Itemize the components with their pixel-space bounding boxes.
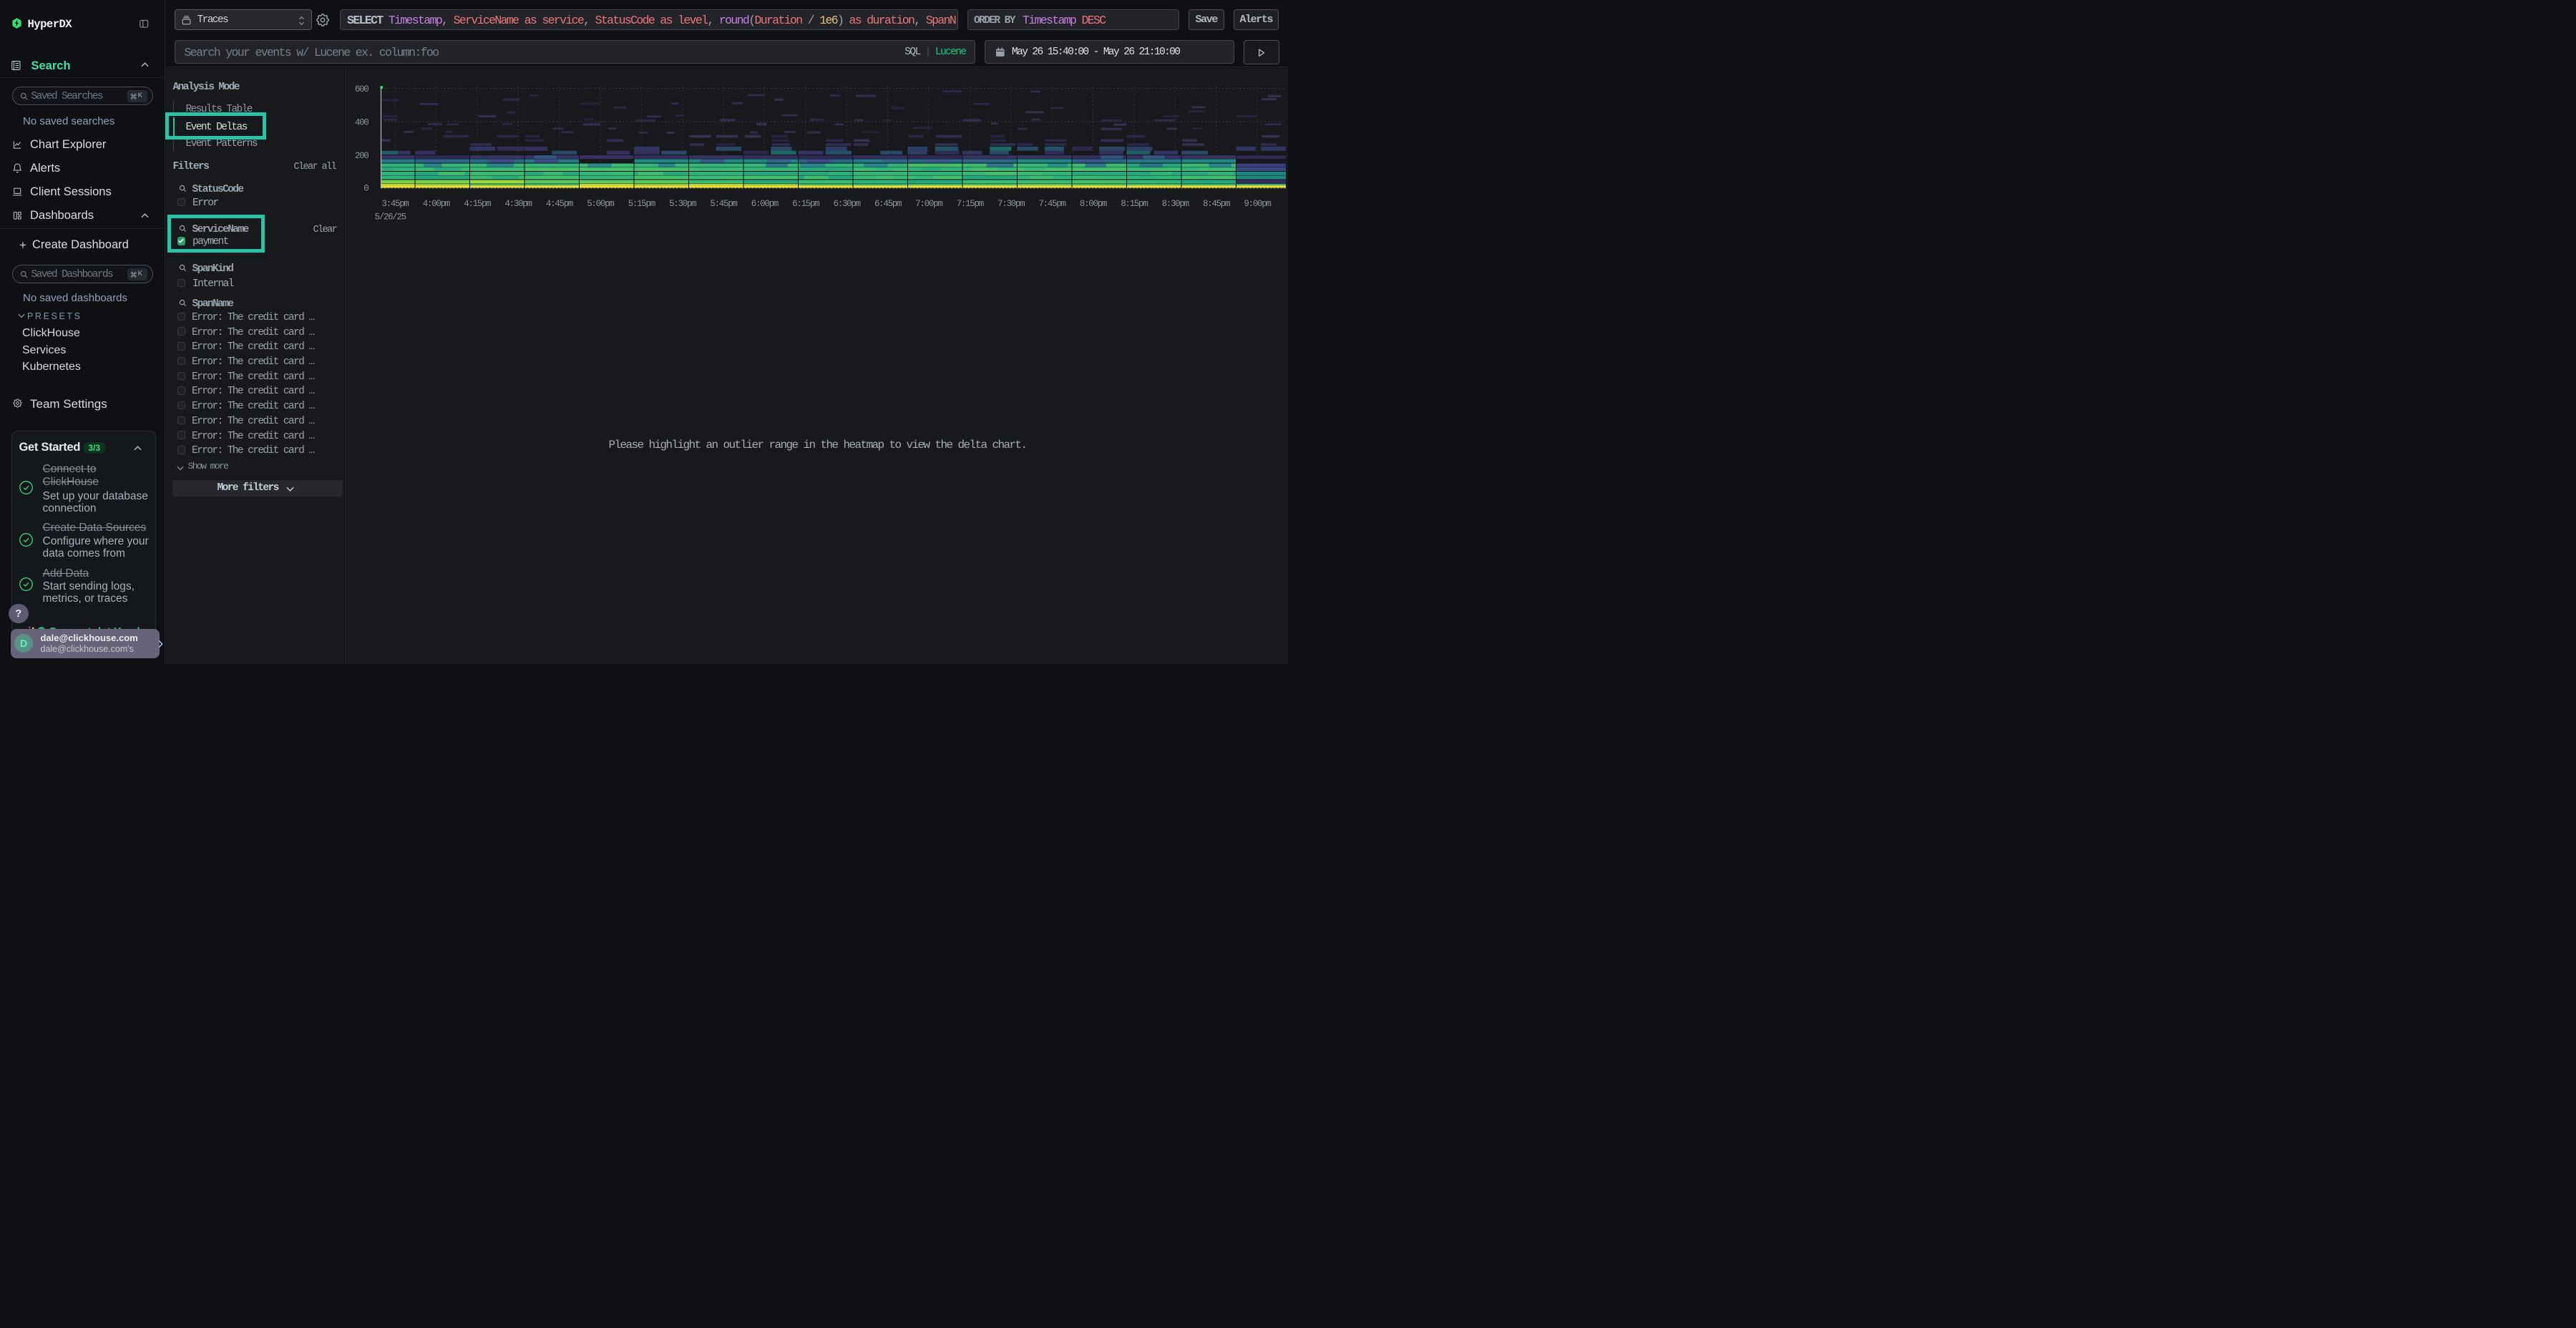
svg-text:6:45pm: 6:45pm xyxy=(874,199,902,209)
svg-text:7:15pm: 7:15pm xyxy=(957,199,984,209)
svg-text:3:45pm: 3:45pm xyxy=(381,199,409,209)
svg-text:6:15pm: 6:15pm xyxy=(792,199,819,209)
svg-text:5:45pm: 5:45pm xyxy=(710,199,737,209)
svg-text:7:30pm: 7:30pm xyxy=(997,199,1025,209)
svg-text:200: 200 xyxy=(355,151,369,161)
svg-text:600: 600 xyxy=(355,84,369,94)
svg-text:5/26/25: 5/26/25 xyxy=(375,212,406,222)
svg-text:0: 0 xyxy=(364,183,369,193)
svg-text:8:45pm: 8:45pm xyxy=(1203,199,1230,209)
svg-text:4:45pm: 4:45pm xyxy=(546,199,573,209)
svg-text:8:15pm: 8:15pm xyxy=(1121,199,1148,209)
svg-text:400: 400 xyxy=(355,117,369,127)
svg-text:6:30pm: 6:30pm xyxy=(834,199,861,209)
svg-text:4:15pm: 4:15pm xyxy=(464,199,491,209)
svg-text:8:30pm: 8:30pm xyxy=(1162,199,1189,209)
svg-text:4:00pm: 4:00pm xyxy=(423,199,450,209)
svg-text:5:00pm: 5:00pm xyxy=(587,199,614,209)
svg-text:8:00pm: 8:00pm xyxy=(1080,199,1107,209)
svg-text:4:30pm: 4:30pm xyxy=(504,199,532,209)
svg-text:5:30pm: 5:30pm xyxy=(669,199,696,209)
svg-text:7:00pm: 7:00pm xyxy=(915,199,942,209)
svg-text:9:00pm: 9:00pm xyxy=(1244,199,1271,209)
svg-text:5:15pm: 5:15pm xyxy=(628,199,655,209)
svg-text:6:00pm: 6:00pm xyxy=(751,199,779,209)
svg-text:7:45pm: 7:45pm xyxy=(1038,199,1065,209)
